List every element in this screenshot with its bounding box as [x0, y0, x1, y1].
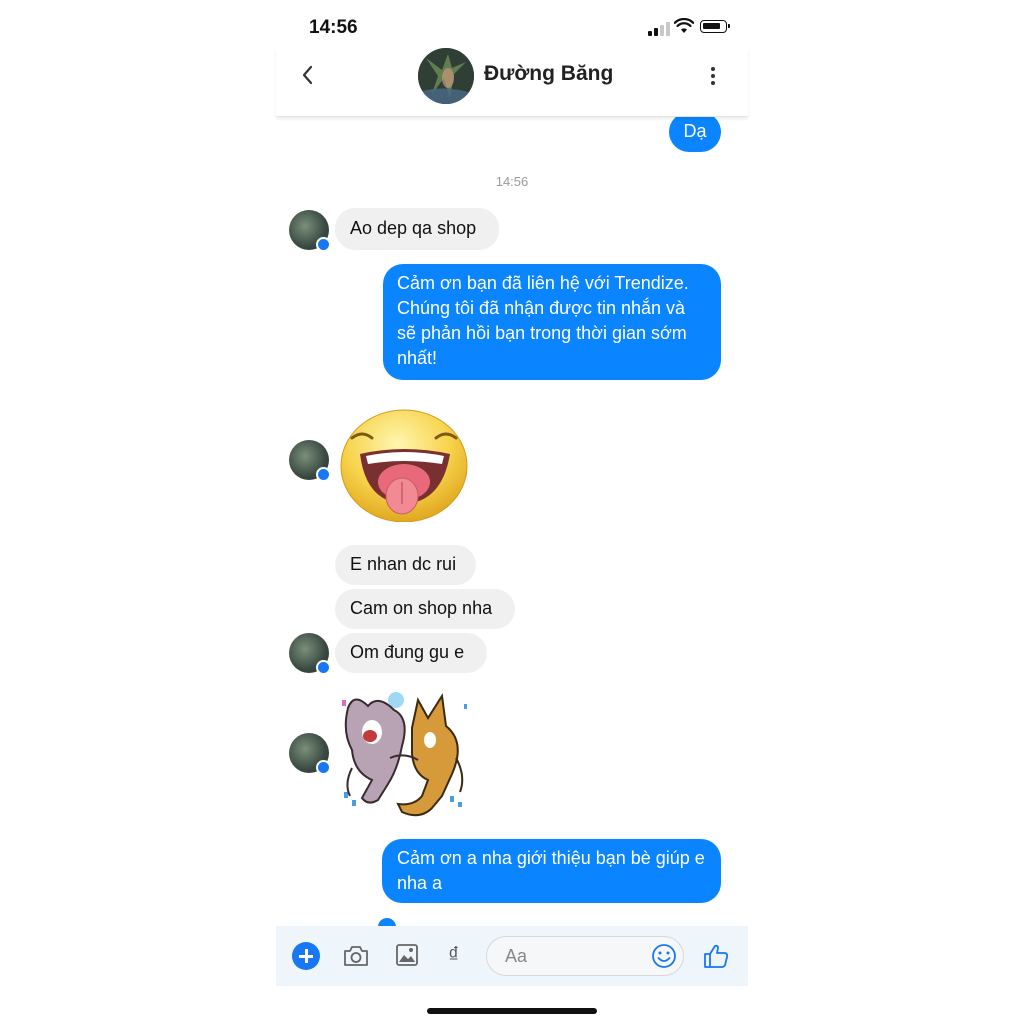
- message-bubble-outgoing[interactable]: Cảm ơn a nha giới thiệu bạn bè giúp e nh…: [382, 839, 721, 903]
- message-composer: ₫: [276, 926, 748, 986]
- conversation-timestamp: 14:56: [495, 174, 529, 189]
- emoji-icon[interactable]: [651, 943, 677, 969]
- contact-avatar-small[interactable]: [289, 440, 331, 482]
- cellular-signal-icon: [648, 20, 670, 36]
- messenger-badge-icon: [316, 467, 331, 482]
- messenger-screen: 14:56 Đường Băng Dạ 14:56 Ao dep qa shop…: [276, 0, 748, 1024]
- contact-avatar-small[interactable]: [289, 633, 331, 675]
- contact-name[interactable]: Đường Băng: [484, 62, 613, 86]
- home-indicator[interactable]: [427, 1008, 597, 1014]
- message-text: Cảm ơn bạn đã liên hệ với Trendize. Chún…: [397, 273, 689, 368]
- add-icon[interactable]: [292, 942, 320, 970]
- message-text: Ao dep qa shop: [350, 218, 477, 238]
- contact-avatar-small[interactable]: [289, 733, 331, 775]
- message-text: Cam on shop nha: [350, 598, 493, 618]
- message-input[interactable]: [503, 945, 647, 968]
- gallery-icon[interactable]: [395, 943, 419, 967]
- message-text: Om đung gu e: [350, 642, 465, 662]
- messenger-badge-icon: [316, 660, 331, 675]
- message-bubble-outgoing[interactable]: Dạ: [669, 112, 721, 152]
- message-bubble-incoming[interactable]: Cam on shop nha: [335, 589, 515, 629]
- dancing-cats-sticker[interactable]: [338, 688, 472, 826]
- back-arrow-icon[interactable]: [300, 64, 316, 86]
- messenger-badge-icon: [316, 760, 331, 775]
- laughing-face-sticker[interactable]: [338, 404, 470, 522]
- conversation-header: Đường Băng: [276, 48, 748, 117]
- message-text: Dạ: [683, 121, 707, 141]
- message-bubble-incoming[interactable]: Om đung gu e: [335, 633, 487, 673]
- status-time: 14:56: [309, 17, 358, 38]
- status-bar: 14:56: [276, 0, 748, 48]
- contact-avatar[interactable]: [418, 48, 474, 104]
- message-text: Cảm ơn a nha giới thiệu bạn bè giúp e nh…: [397, 848, 705, 893]
- payment-icon[interactable]: ₫: [448, 942, 459, 968]
- message-bubble-incoming[interactable]: Ao dep qa shop: [335, 208, 499, 250]
- messenger-badge-icon: [316, 237, 331, 252]
- message-bubble-outgoing[interactable]: Cảm ơn bạn đã liên hệ với Trendize. Chún…: [383, 264, 721, 380]
- thumbs-up-icon[interactable]: [702, 942, 730, 970]
- more-options-icon[interactable]: [708, 66, 718, 86]
- battery-icon: [700, 20, 730, 33]
- camera-icon[interactable]: [342, 944, 370, 968]
- message-text: E nhan dc rui: [350, 554, 457, 574]
- contact-avatar-small[interactable]: [289, 210, 331, 252]
- message-bubble-incoming[interactable]: E nhan dc rui: [335, 545, 476, 585]
- message-input-field[interactable]: [486, 936, 684, 976]
- wifi-icon: [674, 18, 694, 33]
